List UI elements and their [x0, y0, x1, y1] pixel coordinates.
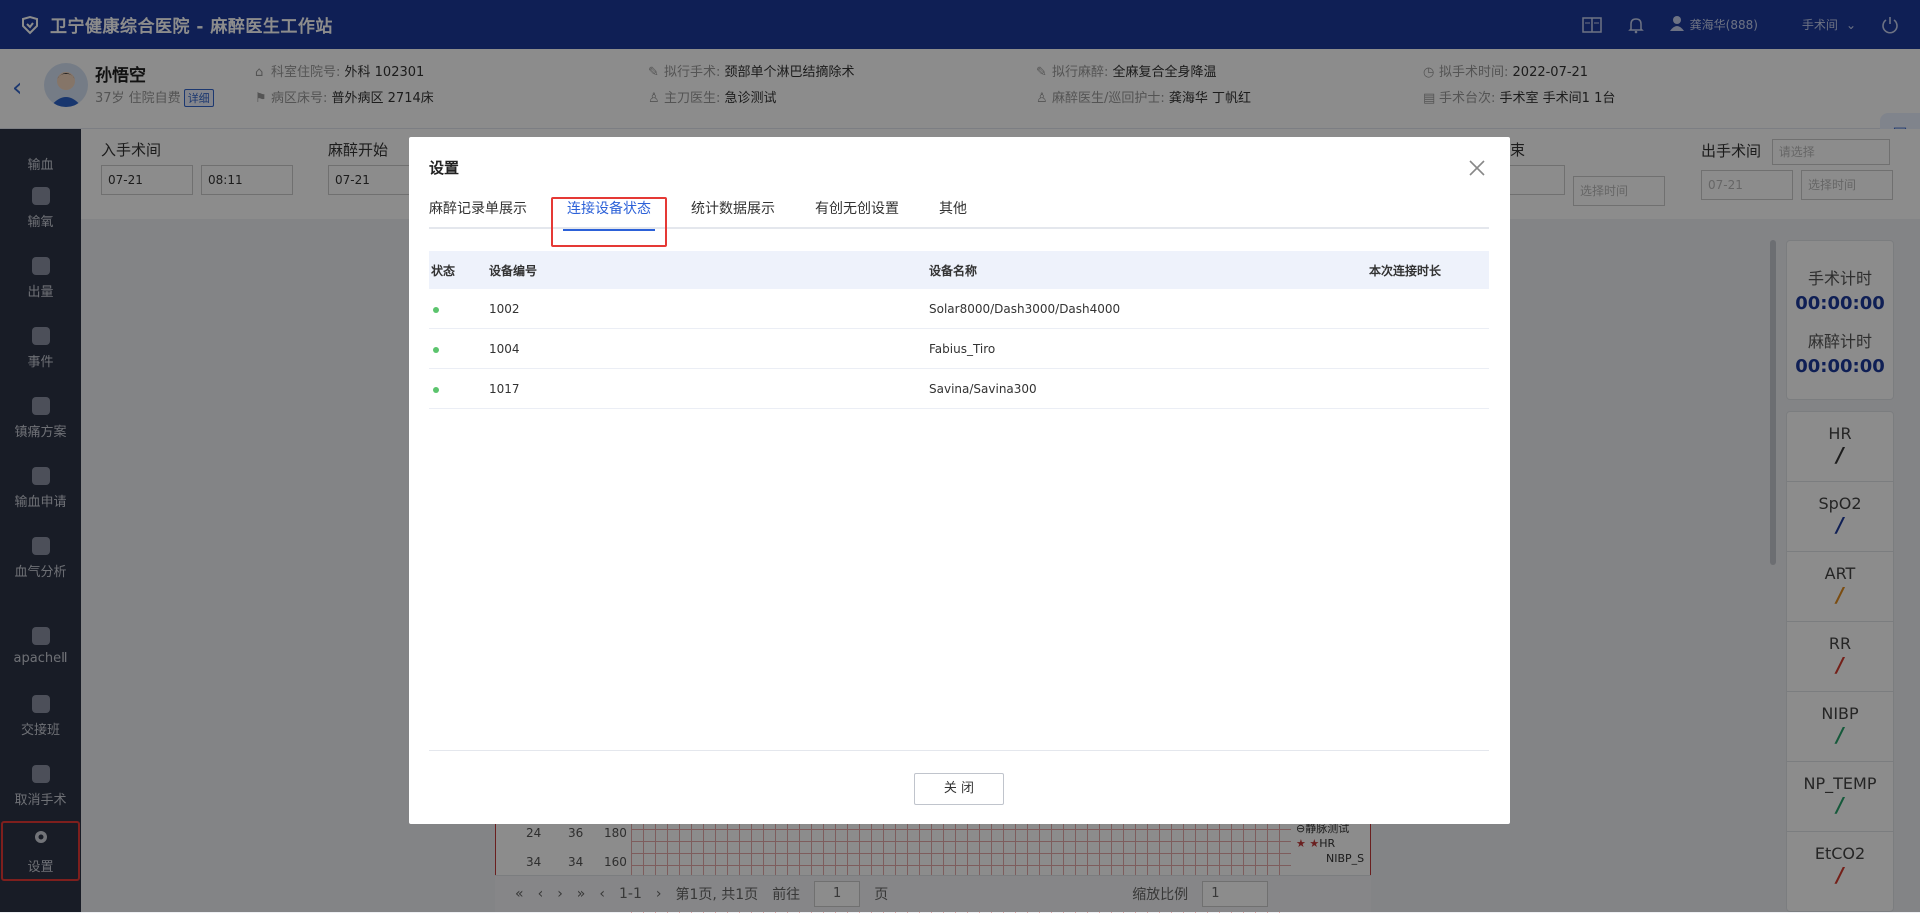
device-id: 1017	[489, 381, 520, 396]
status-dot	[433, 386, 439, 393]
device-name: Solar8000/Dash3000/Dash4000	[929, 301, 1121, 316]
status-dot	[433, 346, 439, 353]
settings-modal: 设置 麻醉记录单展示 连接设备状态 统计数据展示 有创无创设置 其他 状态 设备…	[409, 137, 1510, 824]
table-row[interactable]: 1017 Savina/Savina300	[429, 369, 1489, 409]
col-device-id: 设备编号	[489, 263, 538, 278]
col-device-name: 设备名称	[929, 263, 978, 278]
col-status: 状态	[431, 263, 456, 278]
tab-other[interactable]: 其他	[919, 191, 987, 229]
col-duration: 本次连接时长	[1369, 263, 1442, 278]
table-row[interactable]: 1004 Fabius_Tiro	[429, 329, 1489, 369]
table-header: 状态 设备编号 设备名称 本次连接时长	[429, 251, 1489, 289]
device-table: 状态 设备编号 设备名称 本次连接时长 1002 Solar8000/Dash3…	[429, 251, 1489, 409]
tab-record-display[interactable]: 麻醉记录单展示	[429, 191, 547, 229]
device-name: Fabius_Tiro	[929, 341, 996, 356]
close-button[interactable]: 关 闭	[914, 773, 1004, 805]
close-icon[interactable]	[1466, 157, 1488, 179]
device-id: 1002	[489, 301, 520, 316]
tab-invasive-settings[interactable]: 有创无创设置	[795, 191, 919, 229]
device-id: 1004	[489, 341, 520, 356]
modal-footer-divider	[429, 750, 1489, 751]
tab-highlight-box	[551, 197, 667, 247]
tab-stats-display[interactable]: 统计数据展示	[671, 191, 795, 229]
status-dot	[433, 306, 439, 313]
modal-title: 设置	[429, 159, 460, 177]
device-name: Savina/Savina300	[929, 381, 1037, 396]
table-row[interactable]: 1002 Solar8000/Dash3000/Dash4000	[429, 289, 1489, 329]
